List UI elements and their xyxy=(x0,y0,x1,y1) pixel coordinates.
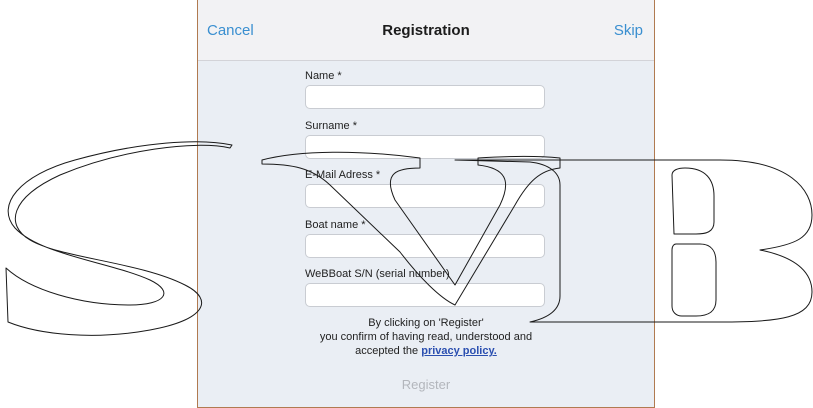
watermark-letter-b-lower-counter xyxy=(671,243,717,317)
name-label: Name * xyxy=(305,70,342,82)
boat-name-input[interactable] xyxy=(305,234,545,258)
consent-line-1: By clicking on 'Register' xyxy=(368,317,484,329)
page-title: Registration xyxy=(382,22,470,39)
registration-panel: Cancel Registration Skip Name * Surname … xyxy=(197,0,655,408)
skip-button[interactable]: Skip xyxy=(614,22,643,39)
email-input[interactable] xyxy=(305,184,545,208)
serial-number-field-group: WeBBoat S/N (serial number) xyxy=(305,267,545,307)
boat-name-field-group: Boat name * xyxy=(305,218,545,258)
screen: Cancel Registration Skip Name * Surname … xyxy=(0,0,813,408)
consent-text: By clicking on 'Register' you confirm of… xyxy=(198,316,654,358)
privacy-policy-link[interactable]: privacy policy. xyxy=(421,345,497,357)
surname-label: Surname * xyxy=(305,120,357,132)
consent-line-3-prefix: accepted the xyxy=(355,345,419,357)
serial-number-label: WeBBoat S/N (serial number) xyxy=(305,268,450,280)
boat-name-label: Boat name * xyxy=(305,219,366,231)
register-button[interactable]: Register xyxy=(376,374,476,394)
navigation-bar: Cancel Registration Skip xyxy=(198,0,654,61)
email-label: E-Mail Adress * xyxy=(305,169,381,181)
watermark-letter-b-upper-counter xyxy=(671,167,715,235)
name-input[interactable] xyxy=(305,85,545,109)
surname-input[interactable] xyxy=(305,135,545,159)
consent-line-2: you confirm of having read, understood a… xyxy=(319,331,533,343)
consent-line-3: accepted the privacy policy. xyxy=(198,344,654,358)
serial-number-input[interactable] xyxy=(305,283,545,307)
surname-field-group: Surname * xyxy=(305,119,545,159)
name-field-group: Name * xyxy=(305,69,545,109)
email-field-group: E-Mail Adress * xyxy=(305,168,545,208)
